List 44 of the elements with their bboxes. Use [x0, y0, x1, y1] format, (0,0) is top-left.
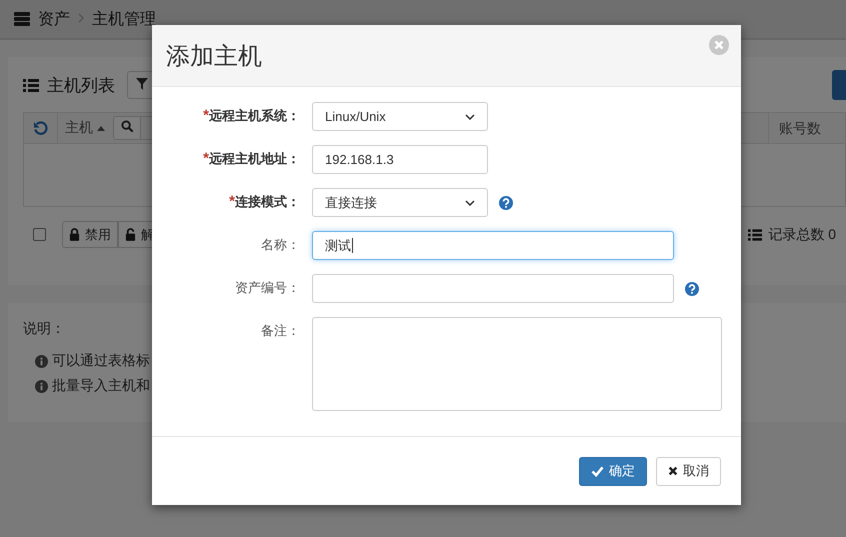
chevron-down-icon — [465, 114, 475, 120]
chevron-down-icon — [465, 200, 475, 206]
input-field[interactable]: 192.168.1.3 — [312, 145, 488, 174]
checkbox[interactable] — [33, 228, 46, 241]
breadcrumb-item: 主机管理 — [92, 10, 156, 30]
server-icon — [14, 12, 30, 26]
help-icon[interactable] — [685, 282, 699, 296]
note-text: 批量导入主机和 — [52, 377, 150, 395]
filter-icon — [136, 78, 148, 90]
panel-title: 主机列表 — [47, 74, 115, 96]
field-label: *连接模式： — [228, 192, 300, 212]
close-icon[interactable] — [709, 35, 729, 55]
field-label: 名称： — [260, 236, 300, 254]
dialog-title: 添加主机 — [166, 42, 262, 72]
input-field[interactable] — [312, 274, 674, 303]
text-area[interactable] — [312, 317, 722, 411]
field-label: 资产编号： — [234, 279, 300, 297]
lock-icon — [69, 228, 80, 241]
dropdown[interactable]: 直接连接 — [312, 188, 488, 217]
list-icon — [23, 78, 39, 92]
breadcrumb-item[interactable]: 资产 — [38, 8, 70, 30]
dropdown[interactable]: Linux/Unix — [312, 102, 488, 131]
record-count: 记录总数 0 — [768, 226, 836, 244]
info-icon — [35, 380, 48, 392]
action-button[interactable]: 禁用 — [62, 221, 118, 248]
field-label: *远程主机地址： — [202, 149, 300, 169]
note-text: 可以通过表格标 — [52, 352, 150, 370]
help-icon[interactable] — [499, 196, 513, 210]
search-icon — [120, 120, 134, 133]
confirm-button[interactable]: 确定 — [579, 456, 647, 486]
input-field[interactable]: 测试 — [312, 231, 674, 260]
column-header[interactable]: 主机 — [65, 119, 93, 137]
close-icon — [668, 466, 678, 476]
column-header[interactable]: 账号数 — [768, 113, 845, 143]
unlock-icon — [125, 228, 136, 241]
sort-icon[interactable] — [97, 126, 105, 130]
check-icon — [591, 466, 604, 476]
field-label: 备注： — [260, 322, 300, 340]
notes-title: 说明： — [23, 320, 65, 338]
list-icon — [748, 228, 762, 240]
info-icon — [35, 354, 48, 368]
cancel-button[interactable]: 取消 — [656, 456, 721, 486]
field-label: *远程主机系统： — [202, 106, 300, 126]
search-button[interactable] — [113, 116, 141, 140]
